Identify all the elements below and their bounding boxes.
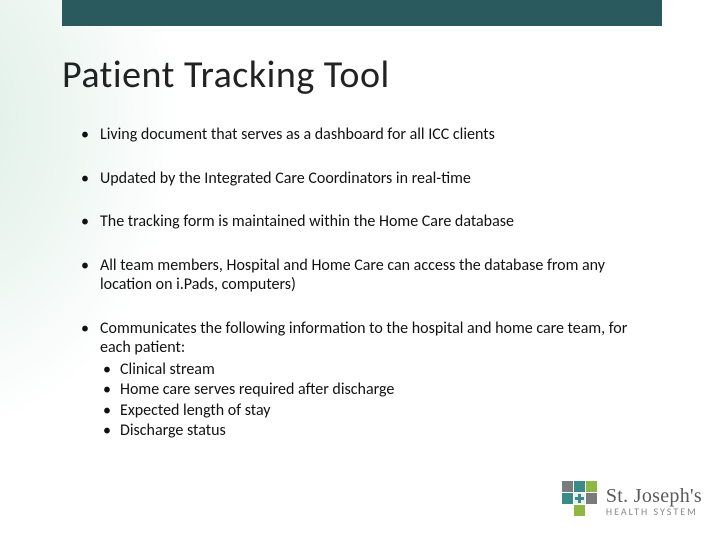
slide-title: Patient Tracking Tool xyxy=(62,52,390,98)
slide-body: Living document that serves as a dashboa… xyxy=(78,125,638,465)
logo-name: St. Joseph's xyxy=(606,486,702,507)
sub-bullet-item: Expected length of stay xyxy=(100,401,638,421)
bullet-item: Updated by the Integrated Care Coordinat… xyxy=(78,169,638,189)
sub-bullet-item: Home care serves required after discharg… xyxy=(100,380,638,400)
bullet-item: Communicates the following information t… xyxy=(78,319,638,441)
sub-bullet-item: Discharge status xyxy=(100,421,638,441)
cross-icon xyxy=(562,481,598,522)
bullet-item: All team members, Hospital and Home Care… xyxy=(78,256,638,295)
footer-logo: St. Joseph's HEALTH SYSTEM xyxy=(562,481,702,522)
bullet-item: The tracking form is maintained within t… xyxy=(78,212,638,232)
logo-subtitle: HEALTH SYSTEM xyxy=(606,507,702,518)
bullet-text: Communicates the following information t… xyxy=(100,319,627,358)
header-accent-bar xyxy=(62,0,662,26)
sub-bullet-item: Clinical stream xyxy=(100,360,638,380)
bullet-item: Living document that serves as a dashboa… xyxy=(78,125,638,145)
